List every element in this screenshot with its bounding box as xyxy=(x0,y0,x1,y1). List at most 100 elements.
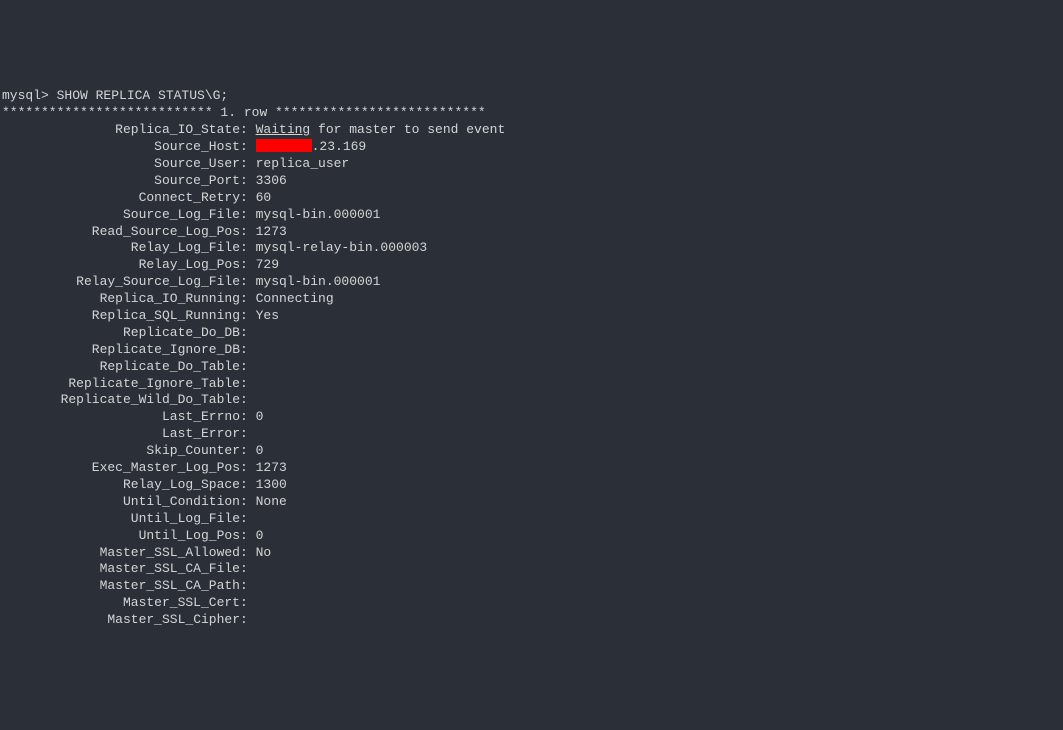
field-label: Relay_Log_Pos xyxy=(2,257,240,274)
colon: : xyxy=(240,612,256,627)
field-row: Exec_Master_Log_Pos: 1273 xyxy=(2,460,1061,477)
status-fields: Replica_IO_State: Waiting for master to … xyxy=(2,122,1061,629)
colon: : xyxy=(240,308,256,323)
field-row: Until_Log_Pos: 0 xyxy=(2,528,1061,545)
field-label: Master_SSL_CA_File xyxy=(2,561,240,578)
field-row: Replicate_Do_Table: xyxy=(2,359,1061,376)
field-label: Source_Host xyxy=(2,139,240,156)
field-row: Master_SSL_Allowed: No xyxy=(2,545,1061,562)
field-value: replica_user xyxy=(256,156,350,171)
field-label: Replicate_Ignore_Table xyxy=(2,376,240,393)
field-row: Connect_Retry: 60 xyxy=(2,190,1061,207)
field-label: Master_SSL_Cipher xyxy=(2,612,240,629)
field-value: 0 xyxy=(256,528,264,543)
field-value: 1273 xyxy=(256,224,287,239)
field-value: 0 xyxy=(256,409,264,424)
colon: : xyxy=(240,376,256,391)
field-label: Master_SSL_CA_Path xyxy=(2,578,240,595)
field-row: Last_Error: xyxy=(2,426,1061,443)
colon: : xyxy=(240,359,256,374)
colon: : xyxy=(240,257,256,272)
field-row: Replicate_Ignore_DB: xyxy=(2,342,1061,359)
field-value: mysql-relay-bin.000003 xyxy=(256,240,428,255)
field-label: Source_Port xyxy=(2,173,240,190)
field-value: 1273 xyxy=(256,460,287,475)
field-row: Relay_Source_Log_File: mysql-bin.000001 xyxy=(2,274,1061,291)
field-row: Until_Log_File: xyxy=(2,511,1061,528)
field-row: Replica_IO_State: Waiting for master to … xyxy=(2,122,1061,139)
field-value: Connecting xyxy=(256,291,334,306)
colon: : xyxy=(240,342,256,357)
field-value: Waiting xyxy=(256,122,311,137)
colon: : xyxy=(240,325,256,340)
colon: : xyxy=(240,595,256,610)
colon: : xyxy=(240,511,256,526)
field-row: Master_SSL_CA_File: xyxy=(2,561,1061,578)
field-value: 60 xyxy=(256,190,272,205)
field-row: Replica_IO_Running: Connecting xyxy=(2,291,1061,308)
field-row: Master_SSL_Cipher: xyxy=(2,612,1061,629)
colon: : xyxy=(240,240,256,255)
field-row: Master_SSL_CA_Path: xyxy=(2,578,1061,595)
field-label: Master_SSL_Cert xyxy=(2,595,240,612)
field-label: Relay_Log_File xyxy=(2,240,240,257)
field-value: mysql-bin.000001 xyxy=(256,207,381,222)
colon: : xyxy=(240,274,256,289)
field-label: Master_SSL_Allowed xyxy=(2,545,240,562)
field-row: Replica_SQL_Running: Yes xyxy=(2,308,1061,325)
field-label: Until_Log_File xyxy=(2,511,240,528)
field-row: Source_User: replica_user xyxy=(2,156,1061,173)
field-label: Last_Errno xyxy=(2,409,240,426)
field-label: Connect_Retry xyxy=(2,190,240,207)
field-row: Replicate_Ignore_Table: xyxy=(2,376,1061,393)
field-value: for master to send event xyxy=(310,122,505,137)
field-label: Replica_SQL_Running xyxy=(2,308,240,325)
field-value: Yes xyxy=(256,308,279,323)
field-value: .23.169 xyxy=(312,139,367,154)
colon: : xyxy=(240,291,256,306)
colon: : xyxy=(240,477,256,492)
mysql-prompt: mysql> SHOW REPLICA STATUS\G; xyxy=(2,88,228,103)
colon: : xyxy=(240,460,256,475)
field-label: Replicate_Wild_Do_Table xyxy=(2,392,240,409)
field-row: Last_Errno: 0 xyxy=(2,409,1061,426)
row-separator: *************************** 1. row *****… xyxy=(2,105,486,120)
field-row: Replicate_Wild_Do_Table: xyxy=(2,392,1061,409)
field-label: Last_Error xyxy=(2,426,240,443)
field-row: Read_Source_Log_Pos: 1273 xyxy=(2,224,1061,241)
field-label: Skip_Counter xyxy=(2,443,240,460)
field-label: Replica_IO_Running xyxy=(2,291,240,308)
colon: : xyxy=(240,207,256,222)
field-label: Source_Log_File xyxy=(2,207,240,224)
field-row: Relay_Log_File: mysql-relay-bin.000003 xyxy=(2,240,1061,257)
colon: : xyxy=(240,443,256,458)
field-value: 729 xyxy=(256,257,279,272)
field-row: Source_Port: 3306 xyxy=(2,173,1061,190)
field-row: Source_Host: .23.169 xyxy=(2,139,1061,156)
terminal-output: mysql> SHOW REPLICA STATUS\G; **********… xyxy=(2,72,1061,646)
colon: : xyxy=(240,190,256,205)
colon: : xyxy=(240,409,256,424)
redacted-block xyxy=(256,139,312,152)
field-label: Replicate_Do_Table xyxy=(2,359,240,376)
field-label: Until_Log_Pos xyxy=(2,528,240,545)
field-label: Replicate_Do_DB xyxy=(2,325,240,342)
field-label: Exec_Master_Log_Pos xyxy=(2,460,240,477)
field-value: None xyxy=(256,494,287,509)
field-row: Skip_Counter: 0 xyxy=(2,443,1061,460)
field-label: Until_Condition xyxy=(2,494,240,511)
colon: : xyxy=(240,224,256,239)
colon: : xyxy=(240,392,256,407)
field-label: Relay_Log_Space xyxy=(2,477,240,494)
field-row: Until_Condition: None xyxy=(2,494,1061,511)
colon: : xyxy=(240,122,256,137)
field-row: Master_SSL_Cert: xyxy=(2,595,1061,612)
field-value: 0 xyxy=(256,443,264,458)
field-row: Source_Log_File: mysql-bin.000001 xyxy=(2,207,1061,224)
colon: : xyxy=(240,173,256,188)
field-row: Relay_Log_Space: 1300 xyxy=(2,477,1061,494)
field-value: 1300 xyxy=(256,477,287,492)
colon: : xyxy=(240,139,256,154)
field-label: Replicate_Ignore_DB xyxy=(2,342,240,359)
field-value: 3306 xyxy=(256,173,287,188)
